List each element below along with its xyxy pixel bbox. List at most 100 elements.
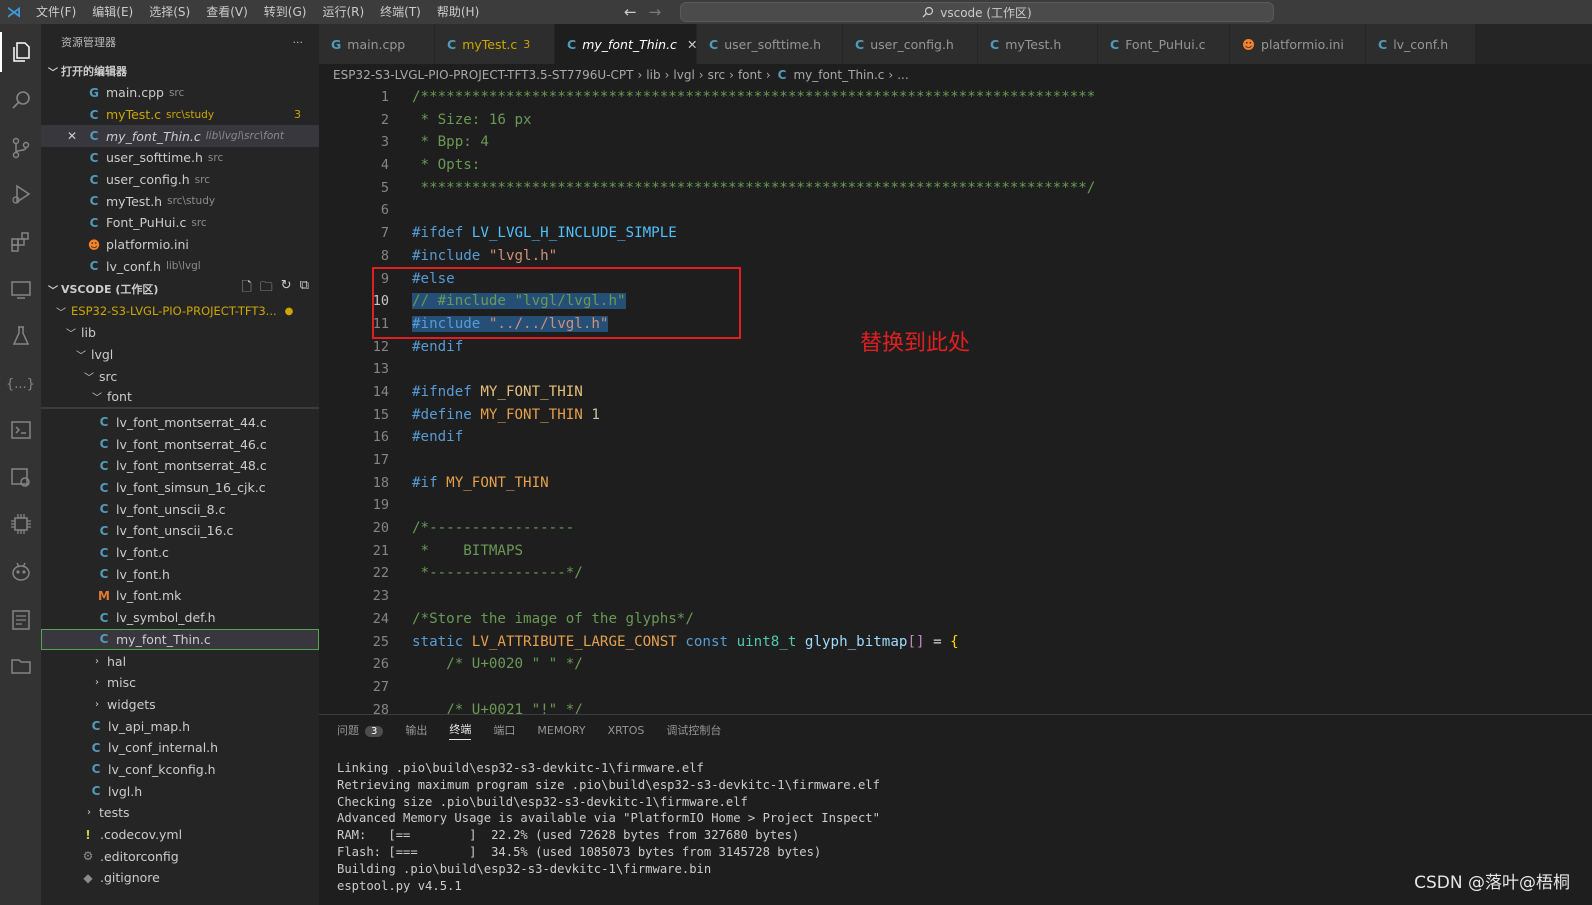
tab-platformio-ini[interactable]: ☻ platformio.ini: [1230, 24, 1366, 64]
menu-run[interactable]: 运行(R): [314, 0, 372, 24]
tab-label: myTest.c: [462, 36, 518, 52]
tree-file[interactable]: ⚙ .editorconfig: [41, 845, 319, 867]
tree-folder-font[interactable]: ﹀ font: [41, 387, 319, 409]
open-editor-item[interactable]: ☻ platformio.ini: [41, 234, 319, 256]
tree-folder[interactable]: › widgets: [41, 694, 319, 716]
testing-icon[interactable]: [0, 316, 41, 356]
breadcrumb-item[interactable]: ESP32-S3-LVGL-PIO-PROJECT-TFT3.5-ST7796U…: [333, 68, 633, 82]
explorer-title: 资源管理器 ···: [41, 24, 319, 60]
open-editor-item[interactable]: C user_softtime.h src: [41, 147, 319, 169]
breadcrumb-item[interactable]: lvgl: [673, 68, 694, 82]
panel-tab-terminal[interactable]: 终端: [449, 721, 472, 740]
tree-file[interactable]: Clv_font_montserrat_48.c: [41, 455, 319, 477]
tree-file[interactable]: Clv_symbol_def.h: [41, 607, 319, 629]
close-icon[interactable]: ✕: [687, 37, 697, 52]
terminal-output[interactable]: Linking .pio\build\esp32-s3-devkitc-1\fi…: [319, 745, 1592, 905]
menu-edit[interactable]: 编辑(E): [84, 0, 141, 24]
tree-file[interactable]: Clv_font_unscii_16.c: [41, 520, 319, 542]
terminal-icon[interactable]: [0, 410, 41, 450]
code-editor[interactable]: 1 2 3 4 5 6 7 8 9 10 11 12 13 14 15 16 1…: [319, 86, 1592, 714]
tree-folder[interactable]: › hal: [41, 650, 319, 672]
tab-font-puhui-c[interactable]: C Font_PuHui.c: [1098, 24, 1230, 64]
open-editor-item[interactable]: C myTest.c src\study 3: [41, 104, 319, 126]
breadcrumb-item[interactable]: ...: [897, 68, 908, 82]
tree-file[interactable]: Clv_api_map.h: [41, 715, 319, 737]
menu-selection[interactable]: 选择(S): [141, 0, 198, 24]
bottom-panel: 问题 3 输出 终端 端口 MEMORY XRTOS 调试控制台 Linking …: [319, 714, 1592, 905]
tree-folder-lib[interactable]: ﹀ lib: [41, 322, 319, 344]
breadcrumb-item[interactable]: font: [738, 68, 762, 82]
tree-folder-lvgl[interactable]: ﹀ lvgl: [41, 344, 319, 366]
tab-lv-conf-h[interactable]: Clv_conf.h: [1366, 24, 1476, 64]
tree-file-selected[interactable]: Cmy_font_Thin.c: [41, 628, 319, 651]
open-editor-item[interactable]: C Font_PuHui.c src: [41, 212, 319, 234]
file-path: src: [194, 173, 211, 186]
tree-project-folder[interactable]: ﹀ ESP32-S3-LVGL-PIO-PROJECT-TFT3... ●: [41, 300, 319, 322]
tree-file[interactable]: Clv_font.h: [41, 563, 319, 585]
menu-file[interactable]: 文件(F): [28, 0, 84, 24]
chip-icon[interactable]: [0, 504, 41, 544]
menu-go[interactable]: 转到(G): [256, 0, 315, 24]
explorer-icon[interactable]: [0, 32, 41, 72]
refresh-icon[interactable]: ↻: [281, 278, 292, 300]
folder-icon[interactable]: [0, 646, 41, 686]
open-editors-header[interactable]: ﹀ 打开的编辑器: [41, 60, 319, 82]
collapse-all-icon[interactable]: ⧉: [300, 278, 309, 300]
tree-folder-src[interactable]: ﹀ src: [41, 365, 319, 387]
run-debug-icon[interactable]: [0, 174, 41, 214]
forward-arrow-icon[interactable]: →: [649, 3, 662, 21]
tab-mytest-c[interactable]: CmyTest.c 3: [435, 24, 555, 64]
tree-file[interactable]: Clv_conf_kconfig.h: [41, 759, 319, 781]
open-editor-item[interactable]: G main.cpp src: [41, 82, 319, 104]
command-center[interactable]: vscode (工作区): [680, 2, 1274, 22]
back-arrow-icon[interactable]: ←: [624, 3, 637, 21]
new-folder-icon[interactable]: 🗀: [260, 278, 273, 300]
tab-my-font-thin-c[interactable]: Cmy_font_Thin.c ✕: [555, 24, 697, 64]
panel-tab-problems[interactable]: 问题 3: [337, 722, 384, 738]
open-editor-item[interactable]: C myTest.h src\study: [41, 190, 319, 212]
title-bar: ⋊ 文件(F) 编辑(E) 选择(S) 查看(V) 转到(G) 运行(R) 终端…: [0, 0, 1592, 24]
menu-terminal[interactable]: 终端(T): [372, 0, 429, 24]
tab-user-softtime-h[interactable]: Cuser_softtime.h: [697, 24, 843, 64]
source-control-icon[interactable]: [0, 128, 41, 168]
tab-main-cpp[interactable]: Gmain.cpp: [319, 24, 435, 64]
breadcrumb-item[interactable]: my_font_Thin.c: [793, 68, 884, 82]
breadcrumb-item[interactable]: src: [708, 68, 726, 82]
tree-folder-tests[interactable]: › tests: [41, 802, 319, 824]
close-icon[interactable]: ✕: [67, 129, 87, 143]
tree-folder[interactable]: › misc: [41, 672, 319, 694]
new-file-icon[interactable]: 🗋: [241, 278, 251, 300]
breadcrumb-item[interactable]: lib: [646, 68, 660, 82]
tab-user-config-h[interactable]: Cuser_config.h: [843, 24, 978, 64]
tree-file[interactable]: Clv_font_montserrat_46.c: [41, 433, 319, 455]
tree-file[interactable]: Clv_conf_internal.h: [41, 737, 319, 759]
tree-file[interactable]: Mlv_font.mk: [41, 585, 319, 607]
panel-tab-output[interactable]: 输出: [405, 722, 427, 738]
tree-file[interactable]: Clv_font_montserrat_44.c: [41, 412, 319, 434]
tree-file[interactable]: Clv_font.c: [41, 542, 319, 564]
tree-file[interactable]: Clvgl.h: [41, 780, 319, 802]
menu-help[interactable]: 帮助(H): [429, 0, 487, 24]
open-editor-item[interactable]: C user_config.h src: [41, 169, 319, 191]
panel-tab-memory[interactable]: MEMORY: [537, 724, 585, 737]
open-editor-item-active[interactable]: ✕ C my_font_Thin.c lib\lvgl\src\font: [41, 125, 319, 148]
json-braces-icon[interactable]: {...}: [0, 364, 41, 404]
tree-file[interactable]: ! .codecov.yml: [41, 824, 319, 846]
panel-tab-ports[interactable]: 端口: [493, 722, 515, 738]
settings-sync-icon[interactable]: [0, 458, 41, 498]
notes-icon[interactable]: [0, 600, 41, 640]
open-editor-item[interactable]: C lv_conf.h lib\lvgl: [41, 256, 319, 278]
tree-file[interactable]: Clv_font_unscii_8.c: [41, 498, 319, 520]
platformio-alien-icon[interactable]: [0, 552, 41, 592]
search-icon[interactable]: [0, 80, 41, 120]
panel-tab-debug-console[interactable]: 调试控制台: [666, 722, 721, 738]
tab-mytest-h[interactable]: CmyTest.h: [978, 24, 1098, 64]
workspace-header[interactable]: ﹀ VSCODE (工作区) 🗋 🗀 ↻ ⧉: [41, 278, 319, 300]
more-actions-icon[interactable]: ···: [293, 36, 304, 49]
menu-view[interactable]: 查看(V): [198, 0, 256, 24]
remote-explorer-icon[interactable]: [0, 270, 41, 310]
panel-tab-xrtos[interactable]: XRTOS: [608, 724, 645, 737]
extensions-icon[interactable]: [0, 222, 41, 262]
tree-file[interactable]: ◆ .gitignore: [41, 867, 319, 889]
tree-file[interactable]: Clv_font_simsun_16_cjk.c: [41, 477, 319, 499]
